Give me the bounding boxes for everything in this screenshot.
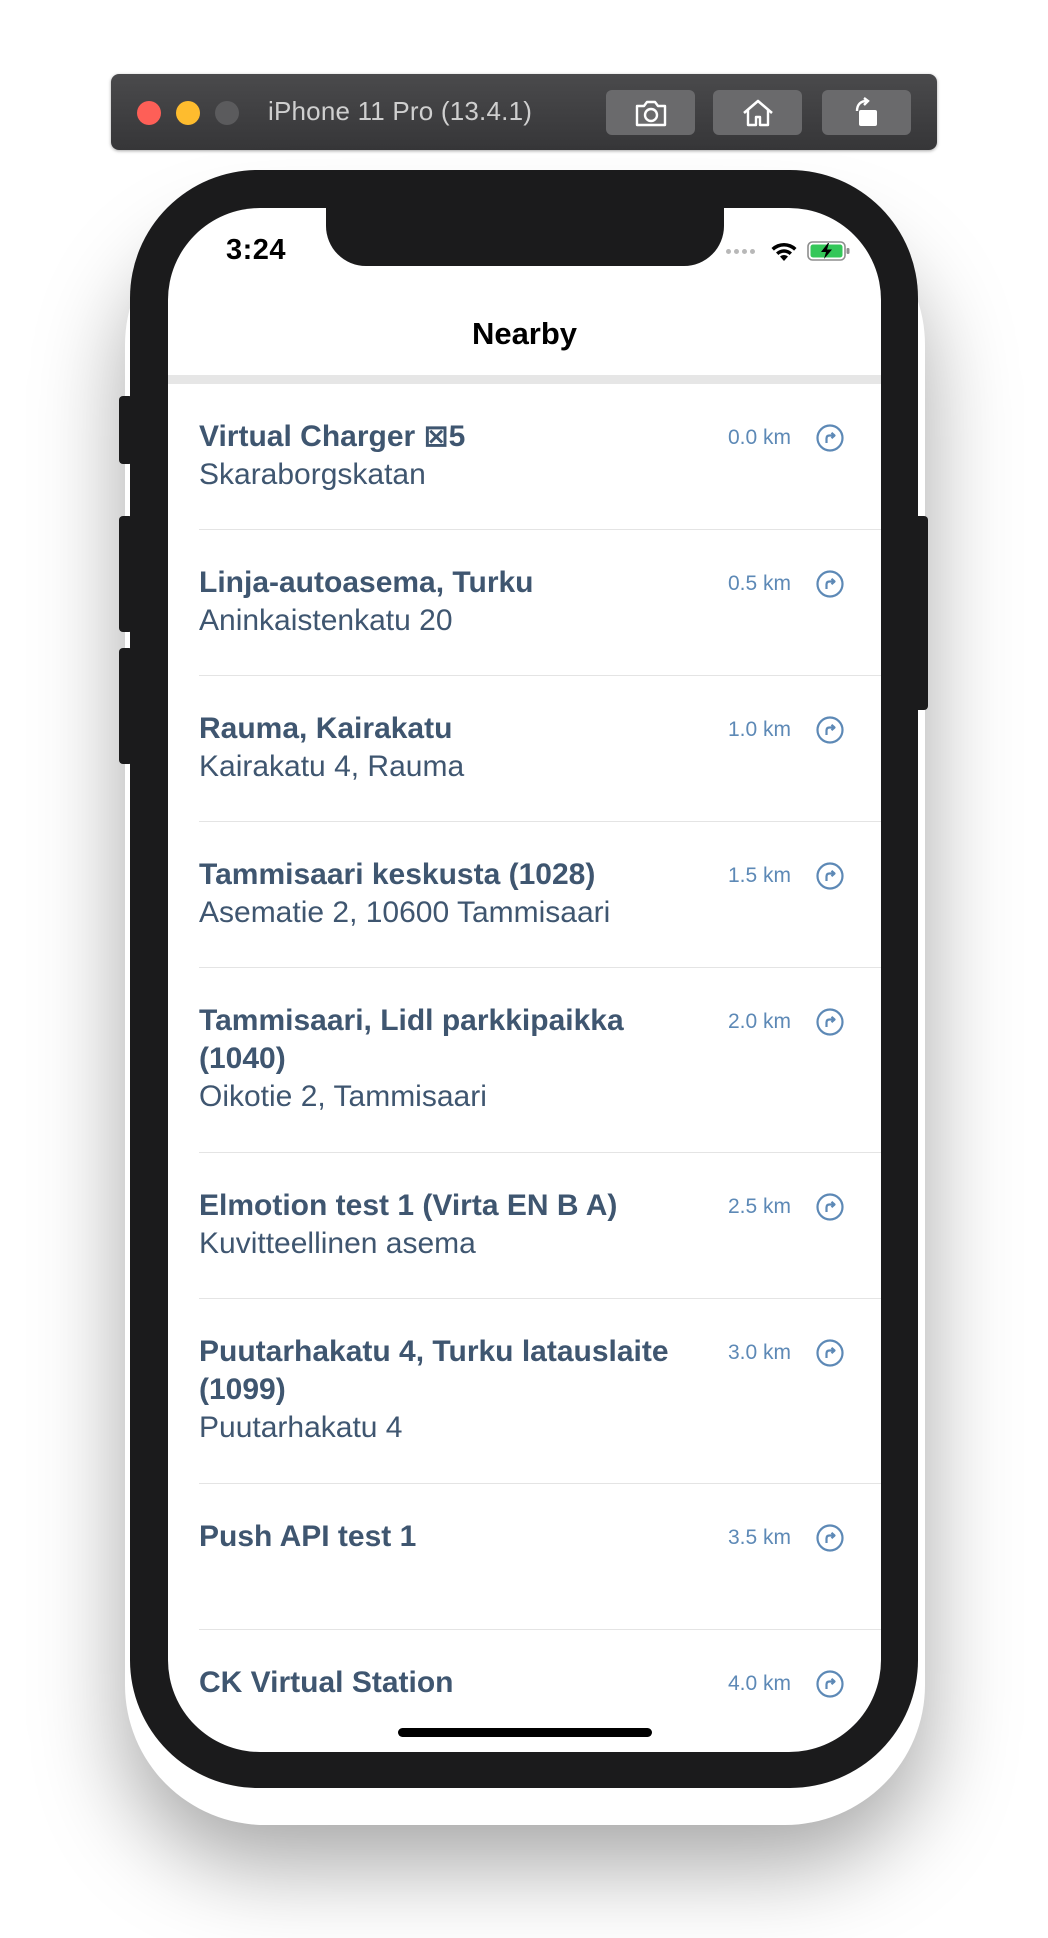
station-row[interactable]: Tammisaari keskusta (1028) Asematie 2, 10… (199, 822, 881, 968)
home-indicator[interactable] (398, 1728, 652, 1737)
station-address: Kuvitteellinen asema (199, 1227, 476, 1260)
station-address: Skaraborgskatan (199, 458, 426, 491)
nav-title: Nearby (471, 316, 578, 351)
screenshot-icon (635, 100, 666, 126)
station-distance: 2.5 km (727, 1195, 791, 1218)
navigate-icon[interactable] (815, 1007, 845, 1037)
navigate-icon[interactable] (815, 715, 845, 745)
navigate-icon[interactable] (815, 423, 845, 453)
station-name: CK Virtual Station (199, 1666, 454, 1699)
station-distance: 0.5 km (727, 572, 791, 595)
status-time: 3:24 (226, 234, 287, 266)
station-row[interactable]: Virtual Charger ⊠5 Skaraborgskatan 0.0 km (199, 384, 881, 530)
simulator-title: iPhone 11 Pro (13.4.1) (268, 96, 533, 126)
screenshot-button[interactable] (606, 90, 695, 135)
station-name: Push API test 1 (199, 1520, 417, 1553)
station-distance: 1.0 km (727, 718, 791, 741)
station-distance: 3.0 km (727, 1341, 791, 1364)
phone-screen: 3:24 Nearby Virtual Charger ⊠5 Skaraborgs… (168, 208, 881, 1752)
rotate-icon (855, 96, 877, 126)
station-name: Tammisaari, Lidl parkkipaikka (1040) (199, 1004, 624, 1075)
notch (326, 208, 724, 266)
station-name: Elmotion test 1 (Virta EN B A) (199, 1189, 618, 1222)
navigate-icon[interactable] (815, 1669, 845, 1699)
wifi-icon (771, 242, 797, 261)
station-address: Oikotie 2, Tammisaari (199, 1080, 487, 1113)
home-button[interactable] (713, 90, 802, 135)
station-distance: 2.0 km (727, 1010, 791, 1033)
station-row[interactable]: Rauma, Kairakatu Kairakatu 4, Rauma 1.0 km (199, 676, 881, 822)
station-list[interactable]: Virtual Charger ⊠5 Skaraborgskatan 0.0 km L… (168, 384, 881, 1752)
home-icon (742, 99, 773, 126)
station-distance: 0.0 km (727, 426, 791, 449)
navigate-icon[interactable] (815, 861, 845, 891)
station-address: Asematie 2, 10600 Tammisaari (199, 896, 611, 929)
station-address: Aninkaistenkatu 20 (199, 604, 453, 637)
station-name: Linja-autoasema, Turku (199, 566, 534, 599)
station-row[interactable]: Puutarhakatu 4, Turku latauslaite (1099)… (199, 1299, 881, 1484)
station-address: Kairakatu 4, Rauma (199, 750, 465, 783)
station-row[interactable]: Linja-autoasema, Turku Aninkaistenkatu 20… (199, 530, 881, 676)
nav-separator (168, 375, 881, 384)
station-name: Puutarhakatu 4, Turku latauslaite (1099) (199, 1335, 669, 1406)
station-distance: 3.5 km (727, 1526, 791, 1549)
station-row[interactable]: Elmotion test 1 (Virta EN B A) Kuvitteell… (199, 1153, 881, 1299)
station-distance: 1.5 km (727, 864, 791, 887)
navigate-icon[interactable] (815, 1338, 845, 1368)
station-address: Puutarhakatu 4 (199, 1411, 403, 1444)
navigate-icon[interactable] (815, 569, 845, 599)
cellular-signal-icon (726, 248, 755, 254)
simulator-title-bar: iPhone 11 Pro (13.4.1) (111, 74, 937, 150)
close-window-button[interactable] (137, 101, 161, 125)
navigate-icon[interactable] (815, 1192, 845, 1222)
status-icons (726, 240, 851, 262)
station-distance: 4.0 km (727, 1672, 791, 1695)
navigate-icon[interactable] (815, 1523, 845, 1553)
station-name: Virtual Charger ⊠5 (199, 420, 466, 453)
station-row[interactable]: Push API test 1 3.5 km (199, 1484, 881, 1630)
station-name: Rauma, Kairakatu (199, 712, 453, 745)
battery-charging-icon (807, 241, 850, 261)
station-name: Tammisaari keskusta (1028) (199, 858, 596, 891)
station-row[interactable]: Tammisaari, Lidl parkkipaikka (1040) Oiko… (199, 968, 881, 1153)
rotate-button[interactable] (822, 90, 911, 135)
zoom-window-button[interactable] (215, 101, 239, 125)
minimize-window-button[interactable] (176, 101, 200, 125)
